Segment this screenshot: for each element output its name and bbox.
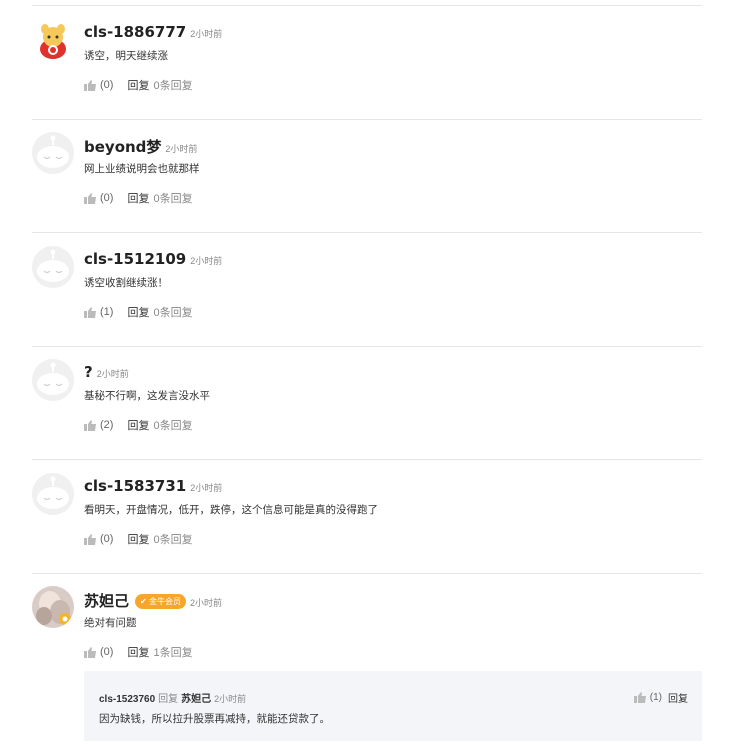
default-avatar[interactable] (32, 132, 74, 174)
default-avatar[interactable] (32, 246, 74, 288)
comment-text: 基秘不行啊，这发言没水平 (84, 390, 210, 402)
reply-button[interactable]: 回复 (127, 531, 149, 547)
username[interactable]: cls-1583731 (84, 477, 186, 495)
reply-button[interactable]: 回复 (127, 190, 149, 206)
reply-count[interactable]: 1条回复 (153, 644, 192, 660)
sub-reply-header: cls-1523760 回复 苏妲己 2小时前 (99, 690, 246, 705)
comment-text: 诱空收割继续涨！ (84, 277, 168, 289)
comment-header: beyond梦 2小时前 (84, 136, 197, 157)
reply-count[interactable]: 0条回复 (153, 531, 192, 547)
timestamp: 2小时前 (190, 256, 223, 266)
timestamp: 2小时前 (189, 598, 222, 608)
thumbs-up-icon[interactable] (84, 646, 96, 658)
sub-reply-reply-button[interactable]: 回复 (668, 690, 688, 705)
comment-item: beyond梦 2小时前 网上业绩说明会也就那样 (0) 回复 0条回复 (32, 119, 702, 233)
comment-text: 看明天，开盘情况，低开，跌停，这个信息可能是真的没得跑了 (84, 504, 378, 516)
comment-actions: (1) 回复 0条回复 (84, 304, 193, 320)
comment-text: 绝对有问题 (84, 617, 137, 629)
comment-item: cls-1886777 2小时前 诱空，明天继续涨 (0) 回复 0条回复 (32, 6, 702, 120)
reply-button[interactable]: 回复 (127, 644, 149, 660)
like-count[interactable]: (0) (100, 192, 113, 204)
reply-button[interactable]: 回复 (127, 417, 149, 433)
timestamp: 2小时前 (165, 144, 198, 154)
reply-button[interactable]: 回复 (127, 77, 149, 93)
comment-item: ? 2小时前 基秘不行啊，这发言没水平 (2) 回复 0条回复 (32, 346, 702, 460)
username[interactable]: cls-1886777 (84, 23, 186, 41)
username[interactable]: ? (84, 363, 93, 381)
like-count[interactable]: (0) (100, 79, 113, 91)
comment-header: cls-1583731 2小时前 (84, 477, 222, 496)
thumbs-up-icon[interactable] (84, 533, 96, 545)
timestamp: 2小时前 (190, 483, 223, 493)
comment-text: 诱空，明天继续涨 (84, 50, 168, 62)
comment-header: cls-1512109 2小时前 (84, 250, 222, 269)
reply-count[interactable]: 0条回复 (153, 190, 192, 206)
reply-count[interactable]: 0条回复 (153, 417, 192, 433)
thumbs-up-icon[interactable] (633, 692, 646, 703)
comment-item: cls-1512109 2小时前 诱空收割继续涨！ (1) 回复 0条回复 (32, 233, 702, 347)
like-count[interactable]: (0) (100, 646, 113, 658)
vip-badge-label: 金牛会员 (148, 597, 181, 606)
username[interactable]: beyond梦 (84, 138, 161, 156)
username[interactable]: cls-1512109 (84, 250, 186, 268)
like-count[interactable]: (1) (100, 306, 113, 318)
sub-reply-actions: (1) 回复 (633, 690, 688, 705)
sub-reply: cls-1523760 回复 苏妲己 2小时前 因为缺钱，所以拉升股票再减持，就能还贷… (84, 671, 702, 741)
thumbs-up-icon[interactable] (84, 419, 96, 431)
sub-reply-reply-word: 回复 (158, 694, 179, 705)
comment-item: cls-1583731 2小时前 看明天，开盘情况，低开，跌停，这个信息可能是真的… (32, 460, 702, 574)
comment-text: 网上业绩说明会也就那样 (84, 163, 200, 175)
comment-actions: (0) 回复 0条回复 (84, 190, 193, 206)
sub-reply-target[interactable]: 苏妲己 (181, 694, 211, 705)
comment-header: cls-1886777 2小时前 (84, 23, 222, 42)
username[interactable]: 苏妲己 (84, 592, 129, 610)
thumbs-up-icon[interactable] (84, 306, 96, 318)
photo-avatar[interactable] (32, 586, 74, 628)
default-avatar[interactable] (32, 473, 74, 515)
timestamp: 2小时前 (96, 369, 129, 379)
like-count[interactable]: (2) (100, 419, 113, 431)
thumbs-up-icon[interactable] (84, 192, 96, 204)
sub-reply-text: 因为缺钱，所以拉升股票再减持，就能还贷款了。 (99, 713, 330, 725)
thumbs-up-icon[interactable] (84, 79, 96, 91)
default-avatar[interactable] (32, 359, 74, 401)
like-count[interactable]: (0) (100, 533, 113, 545)
comment-header: ? 2小时前 (84, 363, 129, 382)
mascot-avatar[interactable] (32, 19, 74, 61)
reply-button[interactable]: 回复 (127, 304, 149, 320)
comment-actions: (0) 回复 1条回复 (84, 644, 193, 660)
comment-actions: (2) 回复 0条回复 (84, 417, 193, 433)
sub-reply-timestamp: 2小时前 (214, 694, 247, 704)
reply-count[interactable]: 0条回复 (153, 304, 192, 320)
sub-reply-username[interactable]: cls-1523760 (99, 694, 155, 705)
comment-actions: (0) 回复 0条回复 (84, 531, 193, 547)
vip-badge: ✔ 金牛会员 (135, 594, 186, 609)
comment-actions: (0) 回复 0条回复 (84, 77, 193, 93)
reply-count[interactable]: 0条回复 (153, 77, 192, 93)
timestamp: 2小时前 (190, 29, 223, 39)
sub-reply-like-count[interactable]: (1) (650, 692, 662, 703)
comment-header: 苏妲己 ✔ 金牛会员 2小时前 (84, 590, 222, 611)
